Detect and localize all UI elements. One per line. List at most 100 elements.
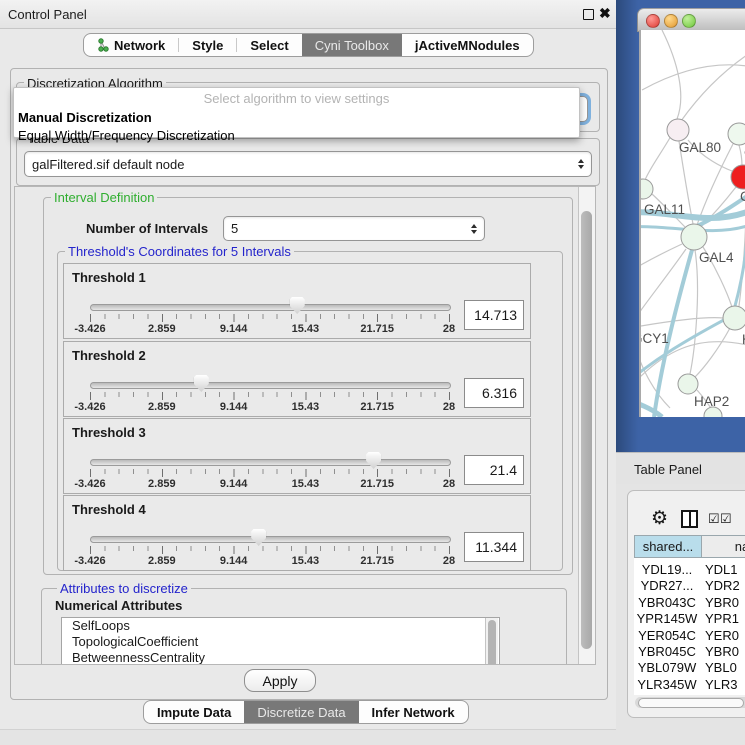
table-cell[interactable]: YDL19...	[634, 562, 700, 577]
column-header[interactable]: shared...	[634, 535, 702, 558]
settings-scroll-pane: Interval Definition Number of Intervals …	[14, 186, 596, 665]
control-panel-title: Control Panel	[8, 7, 87, 22]
control-panel-titlebar: Control Panel ✖	[0, 0, 616, 29]
threshold-value-field[interactable]: 14.713	[464, 300, 524, 330]
slider-thumb[interactable]	[194, 375, 209, 392]
algorithm-option[interactable]: Equal Width/Frequency Discretization	[14, 126, 579, 144]
table-data-combobox[interactable]: galFiltered.sif default node	[24, 151, 592, 177]
table-cell[interactable]: YBL0	[705, 660, 737, 675]
attributes-scrollbar[interactable]	[485, 618, 498, 665]
tab-label: Select	[250, 38, 288, 53]
close-icon[interactable]: ✖	[599, 5, 611, 22]
threshold-panel: Threshold 4-3.4262.8599.14415.4321.71528…	[63, 495, 531, 571]
slider-major-ticks	[90, 546, 450, 554]
zoom-traffic-light-icon[interactable]	[682, 14, 696, 28]
slider-thumb[interactable]	[251, 529, 266, 546]
table-cell[interactable]: YPR145W	[634, 611, 700, 626]
tab-label: Infer Network	[372, 705, 455, 720]
slider-thumb[interactable]	[290, 297, 305, 314]
network-node-label: GAL4	[699, 250, 734, 265]
tab-label: Cyni Toolbox	[315, 38, 389, 53]
interval-definition-label: Interval Definition	[51, 190, 157, 205]
numerical-attributes-label: Numerical Attributes	[55, 598, 182, 613]
algorithm-dropdown-popup: Select algorithm to view settings Manual…	[13, 87, 580, 138]
table-cell[interactable]: YBL079W	[634, 660, 700, 675]
network-node[interactable]	[678, 374, 698, 394]
float-window-icon[interactable]	[583, 9, 594, 20]
tick-label: 2.859	[148, 401, 176, 413]
combo-stepper-icon[interactable]	[471, 224, 477, 234]
threshold-value-field[interactable]: 6.316	[464, 378, 524, 408]
algorithm-options: Manual DiscretizationEqual Width/Frequen…	[14, 108, 579, 144]
tick-label: 28	[443, 401, 455, 413]
table-cell[interactable]: YBR043C	[634, 595, 700, 610]
tab-style[interactable]: Style	[179, 34, 236, 56]
network-node[interactable]	[641, 179, 653, 199]
table-cell[interactable]: YDR27...	[634, 578, 700, 593]
table-cell[interactable]: YDR2	[705, 578, 740, 593]
network-graph: GAL80GCGAL11GAL4GCY1HHAP2	[641, 30, 745, 417]
checkbox-icon[interactable]: ☑	[720, 512, 732, 525]
table-cell[interactable]: YER0	[705, 628, 739, 643]
network-node[interactable]	[667, 119, 689, 141]
network-node[interactable]	[723, 306, 745, 330]
num-intervals-combobox[interactable]: 5	[223, 216, 485, 241]
tab-infer-network[interactable]: Infer Network	[359, 701, 468, 723]
network-node-label: GCY1	[641, 331, 669, 346]
numerical-attributes-list[interactable]: SelfLoopsTopologicalCoefficientBetweenne…	[61, 617, 500, 665]
table-cell[interactable]: YLR345W	[634, 677, 700, 692]
slider-track[interactable]	[90, 459, 451, 466]
algorithm-option[interactable]: Manual Discretization	[14, 108, 579, 126]
table-cell[interactable]: YBR0	[705, 595, 739, 610]
threshold-label: Threshold 1	[72, 270, 146, 285]
tab-impute-data[interactable]: Impute Data	[144, 701, 244, 723]
columns-icon[interactable]	[681, 510, 698, 528]
table-cell[interactable]: YIL052C	[634, 693, 700, 695]
tab-cyni-toolbox[interactable]: Cyni Toolbox	[302, 34, 402, 56]
table-cell[interactable]: YDL1	[705, 562, 738, 577]
attribute-list-item[interactable]: TopologicalCoefficient	[62, 634, 499, 650]
table-cell[interactable]: YLR3	[705, 677, 738, 692]
network-edge	[645, 136, 671, 180]
tab-jactivemnodules[interactable]: jActiveMNodules	[402, 34, 533, 56]
network-node[interactable]	[728, 123, 745, 145]
column-header[interactable]: na	[701, 535, 745, 558]
tab-network[interactable]: Network	[84, 34, 178, 56]
checkbox-icon[interactable]: ☑	[708, 512, 720, 525]
table-cell[interactable]: YBR045C	[634, 644, 700, 659]
apply-button[interactable]: Apply	[244, 669, 316, 692]
tick-label: 9.144	[220, 478, 248, 490]
network-edge	[641, 244, 682, 280]
table-cell[interactable]: YBR0	[705, 644, 739, 659]
network-node[interactable]	[731, 165, 745, 189]
main-vertical-scrollbar[interactable]	[578, 187, 595, 664]
slider-track[interactable]	[90, 382, 451, 389]
table-cell[interactable]: YPR1	[705, 611, 739, 626]
table-cell[interactable]: YER054C	[634, 628, 700, 643]
table-cell[interactable]: YIL0	[705, 693, 732, 695]
slider-thumb[interactable]	[366, 452, 381, 469]
gear-icon[interactable]: ⚙	[651, 509, 668, 528]
attribute-list-item[interactable]: BetweennessCentrality	[62, 650, 499, 665]
app-root: Control Panel ✖ NetworkStyle Select Cyni T…	[0, 0, 745, 745]
slider-track[interactable]	[90, 304, 451, 311]
network-node[interactable]	[681, 224, 707, 250]
network-view-canvas[interactable]: GAL80GCGAL11GAL4GCY1HHAP2	[639, 30, 745, 417]
minimize-traffic-light-icon[interactable]	[664, 14, 678, 28]
threshold-value-field[interactable]: 11.344	[464, 532, 524, 562]
num-intervals-label: Number of Intervals	[86, 221, 208, 236]
tick-label: 28	[443, 323, 455, 335]
attribute-list-item[interactable]: SelfLoops	[62, 618, 499, 634]
combo-stepper-icon[interactable]	[578, 159, 584, 169]
table-horizontal-scrollbar[interactable]	[635, 697, 745, 708]
table-data-combo-value: galFiltered.sif default node	[32, 157, 184, 172]
tab-select[interactable]: Select	[237, 34, 301, 56]
network-node-label: C	[740, 189, 745, 204]
network-window-titlebar[interactable]	[637, 8, 745, 32]
tick-label: -3.426	[74, 478, 105, 490]
slider-track[interactable]	[90, 536, 451, 543]
tab-discretize-data[interactable]: Discretize Data	[244, 701, 358, 723]
close-traffic-light-icon[interactable]	[646, 14, 660, 28]
threshold-value-field[interactable]: 21.4	[464, 455, 524, 485]
network-edge	[739, 145, 742, 166]
